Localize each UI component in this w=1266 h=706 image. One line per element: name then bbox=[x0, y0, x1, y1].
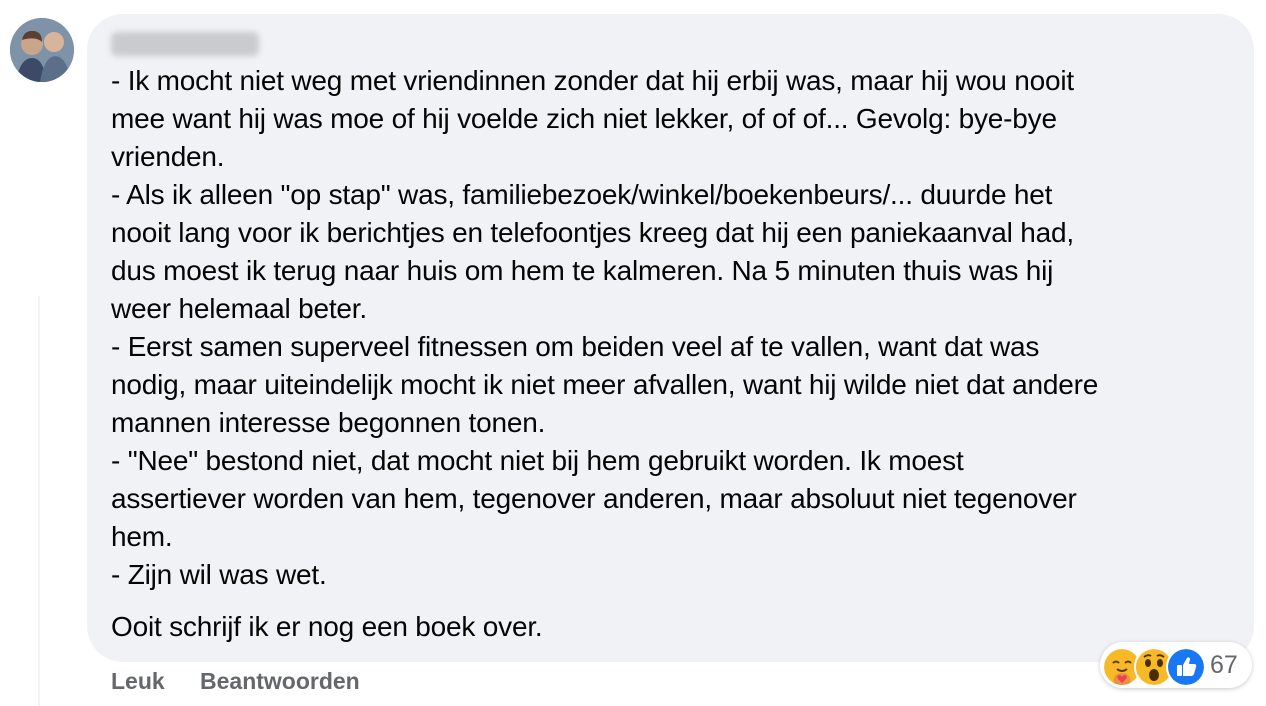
author-name-blurred[interactable] bbox=[111, 32, 259, 56]
comment-line: mannen interesse begonnen tonen. bbox=[111, 407, 546, 438]
comment-line: assertiever worden van hem, tegenover an… bbox=[111, 483, 1077, 514]
comment-line: - Ik mocht niet weg met vriendinnen zond… bbox=[111, 65, 1074, 96]
comment-line: - Eerst samen superveel fitnessen om bei… bbox=[111, 331, 1040, 362]
reply-button[interactable]: Beantwoorden bbox=[200, 668, 360, 695]
comment-line: - Zijn wil was wet. bbox=[111, 559, 327, 590]
comment-line: - Als ik alleen "op stap" was, familiebe… bbox=[111, 179, 1053, 210]
comment-line: vrienden. bbox=[111, 141, 225, 172]
comment-bubble: - Ik mocht niet weg met vriendinnen zond… bbox=[87, 14, 1254, 662]
avatar[interactable] bbox=[10, 18, 74, 82]
comment-line: weer helemaal beter. bbox=[111, 293, 367, 324]
reactions-summary[interactable]: 67 bbox=[1100, 642, 1252, 688]
comment-line: nooit lang voor ik berichtjes en telefoo… bbox=[111, 217, 1074, 248]
like-button[interactable]: Leuk bbox=[111, 668, 165, 695]
like-thumb-icon bbox=[1166, 647, 1206, 687]
comment-final-paragraph: Ooit schrijf ik er nog een boek over. bbox=[111, 611, 543, 642]
comment-line: hem. bbox=[111, 521, 173, 552]
comment-line: nodig, maar uiteindelijk mocht ik niet m… bbox=[111, 369, 1099, 400]
reaction-count[interactable]: 67 bbox=[1210, 651, 1238, 680]
comment-line: dus moest ik terug naar huis om hem te k… bbox=[111, 255, 1054, 286]
avatar-photo bbox=[10, 18, 74, 82]
comment-line: mee want hij was moe of hij voelde zich … bbox=[111, 103, 1057, 134]
thread-line bbox=[38, 296, 40, 706]
comment-line: - "Nee" bestond niet, dat mocht niet bij… bbox=[111, 445, 964, 476]
comment-text: - Ik mocht niet weg met vriendinnen zond… bbox=[111, 62, 1231, 646]
